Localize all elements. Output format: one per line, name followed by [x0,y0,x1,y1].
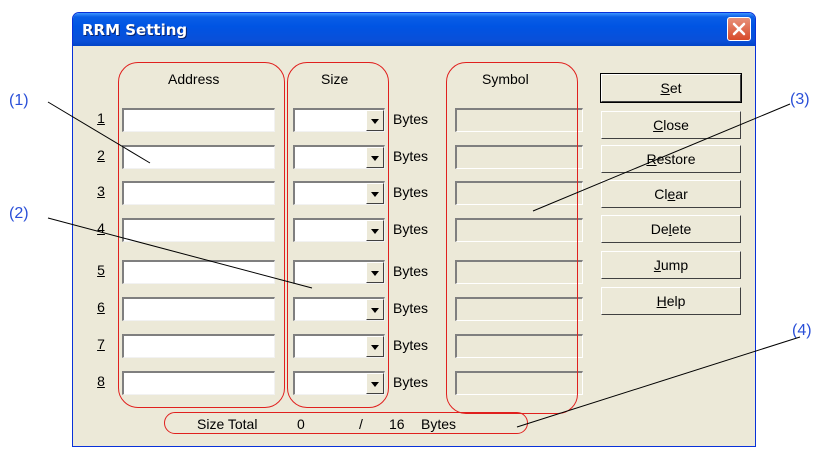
callout-4: (4) [792,322,812,339]
row-number: 8 [97,373,105,389]
row-number: 5 [97,262,105,278]
callout-3: (3) [790,91,810,108]
restore-button[interactable]: Restore [601,145,741,173]
set-button[interactable]: Set [600,73,742,103]
row-number: 7 [97,336,105,352]
row-number: 6 [97,299,105,315]
row-number: 3 [97,183,105,199]
bytes-label: Bytes [393,111,429,127]
close-button[interactable]: Close [601,111,741,139]
jump-button[interactable]: Jump [601,251,741,279]
jump-button-label: Jump [653,257,689,273]
close-window-button[interactable] [727,17,751,41]
restore-button-label: Restore [646,151,696,167]
row-number: 1 [97,110,105,126]
help-button[interactable]: Help [601,287,741,315]
bytes-label: Bytes [393,221,429,237]
bytes-label: Bytes [393,148,429,164]
symbol-column-highlight [446,62,578,414]
clear-button[interactable]: Clear [601,180,741,208]
row-number: 2 [97,147,105,163]
bytes-label: Bytes [393,263,429,279]
bytes-label: Bytes [393,374,429,390]
row-number: 4 [97,220,105,236]
close-icon [732,22,746,36]
close-button-label: Close [653,117,689,133]
set-button-label: Set [660,80,682,96]
size-total-highlight [164,412,528,434]
clear-button-label: Clear [654,186,688,202]
bytes-label: Bytes [393,300,429,316]
title-bar[interactable]: RRM Setting [73,13,755,46]
callout-2: (2) [9,205,29,222]
bytes-label: Bytes [393,337,429,353]
callout-1: (1) [9,92,29,109]
delete-button[interactable]: Delete [601,215,741,243]
window-title: RRM Setting [82,21,188,39]
delete-button-label: Delete [650,221,692,237]
help-button-label: Help [656,293,686,309]
size-column-highlight [287,62,389,408]
address-column-highlight [118,62,285,408]
bytes-label: Bytes [393,184,429,200]
